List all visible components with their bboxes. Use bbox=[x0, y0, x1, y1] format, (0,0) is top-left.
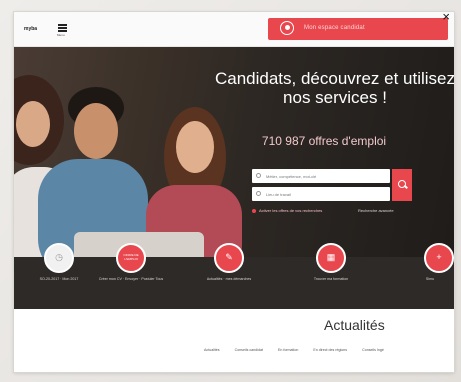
service-circle-text: OFFRE DE L'EMPLOI bbox=[123, 253, 139, 261]
radio-icon bbox=[252, 208, 256, 213]
services-band: ◷ SO-20-2017 · Mon 2017 OFFRE DE L'EMPLO… bbox=[14, 243, 454, 309]
service-item-news[interactable]: ✎ Actualités · mes démarches bbox=[184, 243, 274, 282]
menu-button[interactable]: Menu bbox=[57, 23, 69, 37]
hero-banner: Candidats, découvrez et utilisez nos ser… bbox=[14, 47, 454, 257]
news-filter-item[interactable]: Actualités bbox=[204, 348, 220, 352]
calendar-icon: ▦ bbox=[316, 243, 346, 273]
service-caption: Actualités · mes démarches bbox=[206, 277, 252, 281]
browser-window: myba Menu Mon espace candidat × Candidat… bbox=[14, 12, 454, 372]
news-filter-item[interactable]: En formation bbox=[278, 348, 298, 352]
top-bar: myba Menu Mon espace candidat × bbox=[14, 12, 454, 47]
news-filter-item[interactable]: Conseils candidat bbox=[235, 348, 263, 352]
site-logo[interactable]: myba bbox=[24, 26, 37, 32]
candidate-space-button[interactable]: Mon espace candidat bbox=[268, 18, 448, 40]
location-input[interactable]: Lieu de travail bbox=[252, 187, 390, 201]
menu-label: Menu bbox=[57, 33, 65, 37]
service-item-more[interactable]: + Simu bbox=[406, 243, 454, 282]
document-icon: OFFRE DE L'EMPLOI bbox=[116, 243, 146, 273]
advanced-search-link[interactable]: Recherche avancée bbox=[358, 208, 394, 213]
briefcase-icon bbox=[256, 173, 261, 178]
news-filter-item[interactable]: Conseils Ingé bbox=[362, 348, 384, 352]
person-face-shape bbox=[74, 103, 118, 159]
user-icon bbox=[280, 21, 294, 35]
search-button[interactable] bbox=[392, 169, 412, 201]
alert-label: Activer les offres de vos recherches bbox=[259, 208, 323, 213]
offers-count: 710 987 offres d'emploi bbox=[261, 134, 387, 148]
service-caption: Créer mon CV · Envoyer · Postuler Tous bbox=[98, 277, 164, 281]
search-icon-handle bbox=[404, 184, 408, 189]
service-caption: Trouver ma formation bbox=[313, 277, 349, 281]
news-filter-bar: Actualités Conseils candidat En formatio… bbox=[204, 348, 454, 352]
location-placeholder: Lieu de travail bbox=[266, 192, 291, 197]
hamburger-icon-bar bbox=[58, 27, 67, 29]
service-item-training[interactable]: ▦ Trouver ma formation bbox=[286, 243, 376, 282]
clock-icon: ◷ bbox=[44, 243, 74, 273]
person-face-shape bbox=[16, 101, 50, 147]
candidate-space-label: Mon espace candidat bbox=[304, 25, 365, 31]
service-item-create[interactable]: OFFRE DE L'EMPLOI Créer mon CV · Envoyer… bbox=[86, 243, 176, 282]
hamburger-icon-bar bbox=[58, 30, 67, 32]
news-filter-item[interactable]: En direct des régions bbox=[313, 348, 347, 352]
location-icon bbox=[256, 191, 261, 196]
more-icon: + bbox=[424, 243, 454, 273]
close-icon[interactable]: × bbox=[442, 12, 450, 23]
alert-toggle[interactable]: Activer les offres de vos recherches bbox=[252, 208, 322, 213]
person-face-shape bbox=[176, 121, 214, 173]
service-caption: Simu bbox=[425, 277, 435, 281]
pencil-icon: ✎ bbox=[214, 243, 244, 273]
keyword-input[interactable]: Métier, compétence, mot-clé bbox=[252, 169, 390, 183]
hero-title: Candidats, découvrez et utilisez nos ser… bbox=[214, 69, 454, 107]
news-title: Actualités bbox=[324, 317, 385, 333]
hamburger-icon bbox=[58, 24, 67, 26]
keyword-placeholder: Métier, compétence, mot-clé bbox=[266, 174, 317, 179]
